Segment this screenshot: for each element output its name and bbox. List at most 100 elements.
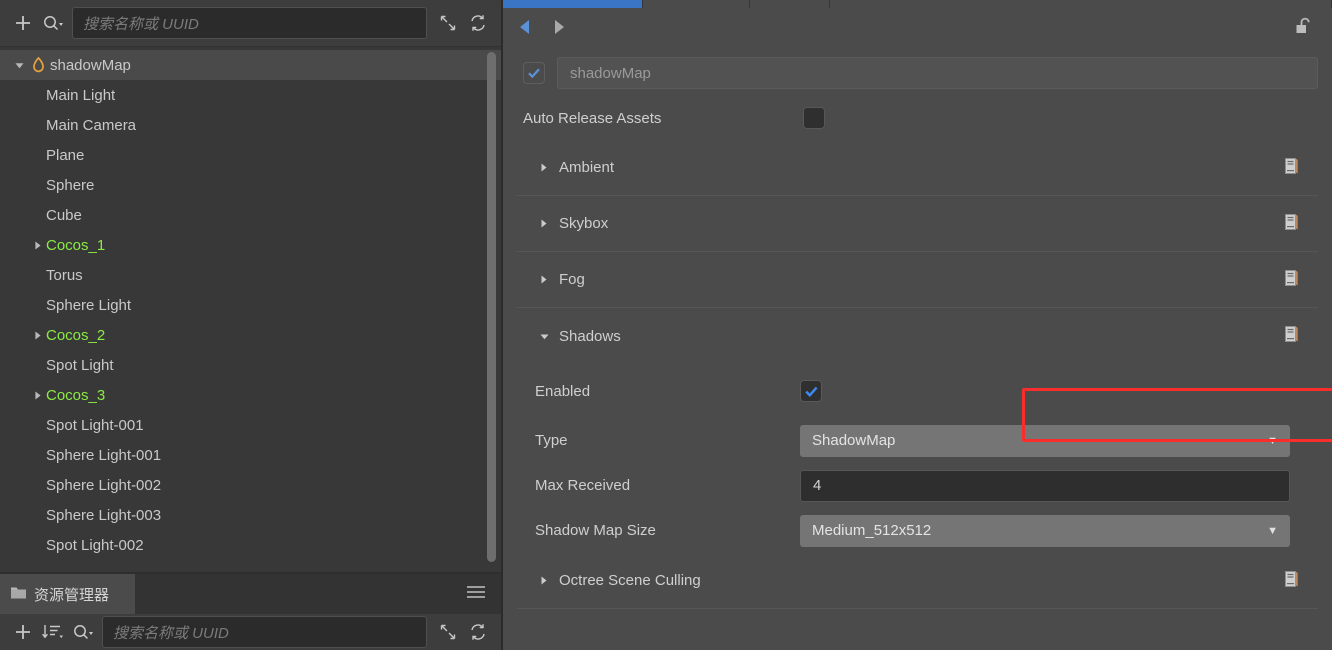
tree-node-spot-light-002[interactable]: Spot Light-002 [0,530,501,560]
asset-search-filter-dropdown[interactable] [68,617,98,647]
chevron-right-icon[interactable] [28,240,46,251]
chevron-down-icon: ▼ [1267,434,1278,447]
section-title: Octree Scene Culling [559,572,701,589]
chevron-down-icon[interactable] [539,331,559,342]
book-icon[interactable] [1283,325,1300,347]
book-icon[interactable] [1283,213,1300,235]
tree-node-cocos-2[interactable]: Cocos_2 [0,320,501,350]
auto-release-assets-label: Auto Release Assets [523,109,662,127]
tree-node-sphere-light-003[interactable]: Sphere Light-003 [0,500,501,530]
shadows-map-size-dropdown[interactable]: Medium_512x512 ▼ [800,514,1290,547]
tree-node-label: Cocos_1 [46,236,106,254]
chevron-right-icon[interactable] [539,162,559,173]
inspector-node-row: shadowMap [503,50,1332,96]
inspector-nav [517,18,567,41]
tree-node-sphere-light-001[interactable]: Sphere Light-001 [0,440,501,470]
node-name-field[interactable]: shadowMap [557,57,1318,89]
sort-descending-icon[interactable] [38,617,68,647]
tab-asset-manager[interactable]: 资源管理器 [0,574,135,614]
tree-node-label: Sphere Light [46,296,132,314]
tree-node-cocos-1[interactable]: Cocos_1 [0,230,501,260]
section-title: Ambient [559,159,615,176]
tree-node-torus[interactable]: Torus [0,260,501,290]
chevron-right-icon[interactable] [28,330,46,341]
asset-collapse-all-button[interactable] [433,617,463,647]
unlock-icon[interactable] [1294,16,1314,43]
shadows-max-received-label: Max Received [535,477,631,494]
tree-node-shadowmap[interactable]: shadowMap [0,50,501,80]
shadows-max-received-input[interactable]: 4 [800,469,1290,502]
hierarchy-scrollbar-thumb[interactable] [487,52,496,562]
refresh-button[interactable] [463,8,493,38]
auto-release-assets-checkbox[interactable] [803,107,825,129]
chevron-right-icon[interactable] [28,390,46,401]
tree-node-label: Main Camera [46,116,137,134]
chevron-down-icon: ▼ [1267,524,1278,537]
book-icon[interactable] [1283,570,1300,592]
shadows-map-size-row: Shadow Map Size Medium_512x512 ▼ [535,508,1290,553]
shadows-type-value: ShadowMap [812,432,896,449]
chevron-right-icon[interactable] [539,274,559,285]
inspector-tab-3[interactable] [830,0,1332,8]
section-header-octree-scene-culling[interactable]: Octree Scene Culling [517,553,1318,609]
tree-node-label: Sphere Light-002 [46,476,162,494]
asset-tabbar: 资源管理器 [0,574,501,614]
tree-node-spot-light-001[interactable]: Spot Light-001 [0,410,501,440]
node-enabled-checkbox[interactable] [523,62,545,84]
inspector-header [503,8,1332,50]
arrow-right-icon[interactable] [551,18,567,41]
tree-node-label: Spot Light-002 [46,536,144,554]
left-column: 搜索名称或 UUID shadowMap Main Light Main Cam… [0,0,503,650]
shadows-enabled-checkbox[interactable] [800,380,822,402]
hierarchy-search-input[interactable]: 搜索名称或 UUID [72,7,427,39]
tree-node-label: shadowMap [50,56,131,74]
shadows-type-dropdown[interactable]: ShadowMap ▼ [800,424,1290,457]
hamburger-icon[interactable] [465,584,487,605]
tree-node-label: Spot Light [46,356,114,374]
tree-node-cube[interactable]: Cube [0,200,501,230]
tree-node-label: Plane [46,146,85,164]
tree-node-sphere-light-002[interactable]: Sphere Light-002 [0,470,501,500]
section-header-fog[interactable]: Fog [517,252,1318,308]
tree-node-cocos-3[interactable]: Cocos_3 [0,380,501,410]
inspector-tab-1[interactable] [643,0,750,8]
shadows-enabled-label: Enabled [535,382,591,400]
book-icon[interactable] [1283,269,1300,291]
chevron-right-icon[interactable] [539,575,559,586]
search-filter-dropdown[interactable] [38,8,68,38]
chevron-right-icon[interactable] [539,218,559,229]
tree-node-spot-light[interactable]: Spot Light [0,350,501,380]
tree-node-sphere-light[interactable]: Sphere Light [0,290,501,320]
tree-node-label: Sphere Light-001 [46,446,162,464]
inspector-tab-0[interactable] [503,0,643,8]
arrow-left-icon[interactable] [517,18,533,41]
book-icon[interactable] [1283,157,1300,179]
tree-node-main-light[interactable]: Main Light [0,80,501,110]
tree-node-plane[interactable]: Plane [0,140,501,170]
asset-refresh-button[interactable] [463,617,493,647]
chevron-down-icon[interactable] [10,60,28,71]
section-title: Fog [559,271,585,288]
tree-node-label: Spot Light-001 [46,416,144,434]
tree-node-main-camera[interactable]: Main Camera [0,110,501,140]
folder-icon [10,585,27,604]
add-asset-button[interactable] [8,617,38,647]
inspector-tab-2[interactable] [750,0,830,8]
hierarchy-tree[interactable]: shadowMap Main Light Main Camera Plane Spher… [0,47,501,572]
section-header-skybox[interactable]: Skybox [517,196,1318,252]
tree-node-label: Cocos_3 [46,386,106,404]
shadows-max-received-value: 4 [813,477,822,494]
tree-node-sphere[interactable]: Sphere [0,170,501,200]
editor-window: 搜索名称或 UUID shadowMap Main Light Main Cam… [0,0,1332,650]
collapse-all-button[interactable] [433,8,463,38]
add-node-button[interactable] [8,8,38,38]
inspector-tabstrip [503,0,1332,8]
hierarchy-scrollbar[interactable] [487,52,496,565]
section-header-ambient[interactable]: Ambient [517,140,1318,196]
asset-search-input[interactable]: 搜索名称或 UUID [102,616,427,648]
section-header-shadows[interactable]: Shadows [517,308,1318,364]
flame-icon [28,56,48,74]
auto-release-assets-row: Auto Release Assets [503,96,1332,140]
shadows-max-received-control: 4 [800,469,1290,502]
node-name-value: shadowMap [570,64,651,82]
